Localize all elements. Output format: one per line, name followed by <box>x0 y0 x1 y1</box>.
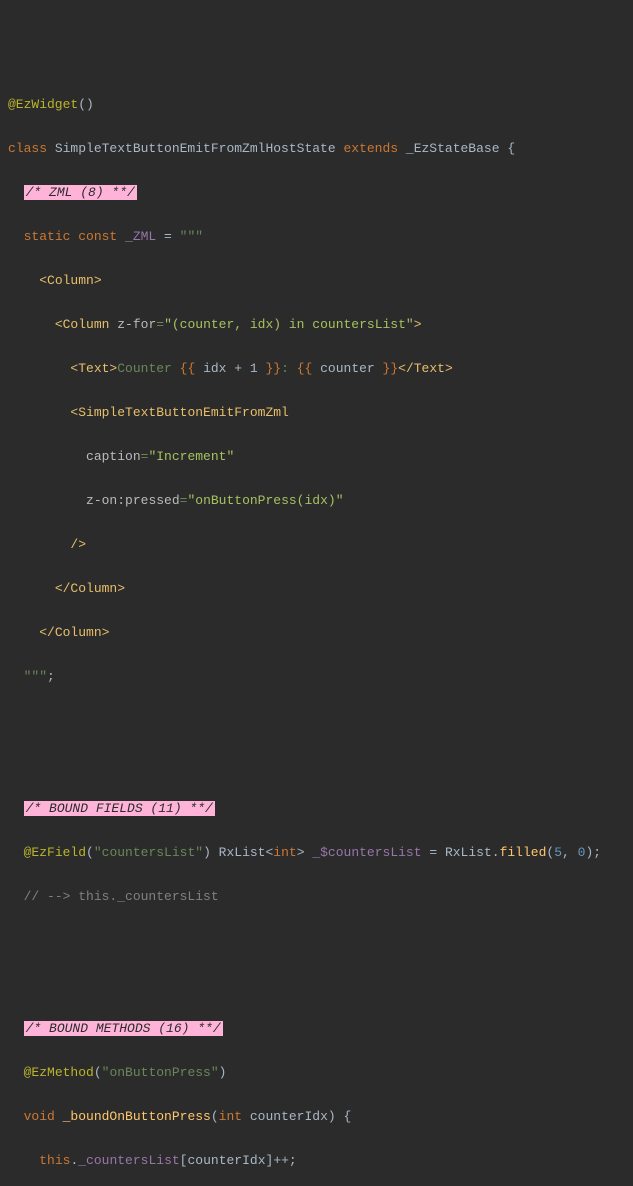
blank-line <box>8 974 633 996</box>
code-line: </Column> <box>8 578 633 600</box>
section-comment-zml: /* ZML (8) **/ <box>24 185 137 200</box>
code-line: <Text>Counter {{ idx + 1 }}: {{ counter … <box>8 358 633 380</box>
code-line: </Column> <box>8 622 633 644</box>
code-line: /* ZML (8) **/ <box>8 182 633 204</box>
inline-comment: // --> this._countersList <box>24 889 219 904</box>
code-line: /* BOUND METHODS (16) **/ <box>8 1018 633 1040</box>
code-line: // --> this._countersList <box>8 886 633 908</box>
section-comment-methods: /* BOUND METHODS (16) **/ <box>24 1021 223 1036</box>
code-line: @EzWidget() <box>8 94 633 116</box>
blank-line <box>8 754 633 776</box>
code-line: this._countersList[counterIdx]++; <box>8 1150 633 1172</box>
code-line: @EzMethod("onButtonPress") <box>8 1062 633 1084</box>
code-line: class SimpleTextButtonEmitFromZmlHostSta… <box>8 138 633 160</box>
blank-line <box>8 930 633 952</box>
code-line: <Column> <box>8 270 633 292</box>
section-comment-fields: /* BOUND FIELDS (11) **/ <box>24 801 215 816</box>
code-line: z-on:pressed="onButtonPress(idx)" <box>8 490 633 512</box>
code-line: <Column z-for="(counter, idx) in counter… <box>8 314 633 336</box>
code-line: static const _ZML = """ <box>8 226 633 248</box>
annotation: @EzWidget <box>8 97 78 112</box>
code-line: /> <box>8 534 633 556</box>
code-line: void _boundOnButtonPress(int counterIdx)… <box>8 1106 633 1128</box>
code-line: caption="Increment" <box>8 446 633 468</box>
code-line: /* BOUND FIELDS (11) **/ <box>8 798 633 820</box>
code-line: <SimpleTextButtonEmitFromZml <box>8 402 633 424</box>
code-line: """; <box>8 666 633 688</box>
code-line: @EzField("countersList") RxList<int> _$c… <box>8 842 633 864</box>
class-name: SimpleTextButtonEmitFromZmlHostState <box>55 141 336 156</box>
blank-line <box>8 710 633 732</box>
method-name: _boundOnButtonPress <box>63 1109 211 1124</box>
